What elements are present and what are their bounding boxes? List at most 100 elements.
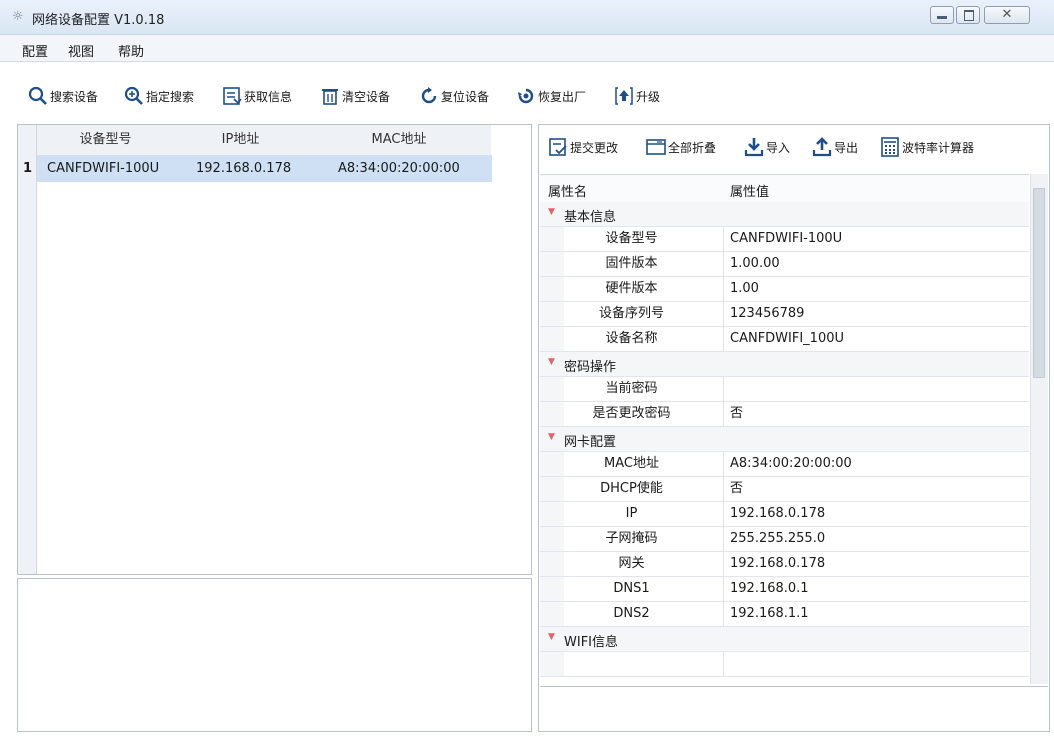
property-key: 子网掩码 <box>605 531 658 546</box>
submit-changes-button[interactable]: 提交更改 <box>548 137 618 157</box>
collapse-all-button[interactable]: 全部折叠 <box>646 137 716 157</box>
property-scrollbar[interactable] <box>1030 174 1048 684</box>
property-key: 硬件版本 <box>605 281 658 296</box>
property-key: DNS2 <box>613 606 650 621</box>
reset-device-button[interactable]: 复位设备 <box>419 86 489 106</box>
property-value[interactable]: 123456789 <box>730 302 804 326</box>
property-row[interactable]: 是否更改密码 否 <box>540 402 1029 427</box>
property-row[interactable]: 当前密码 <box>540 377 1029 402</box>
calculator-icon <box>880 137 900 157</box>
download-icon <box>744 137 764 157</box>
property-key: 当前密码 <box>605 381 658 396</box>
table-cell-mac[interactable]: A8:34:00:20:00:00 <box>338 161 460 176</box>
property-value[interactable]: 192.168.1.1 <box>730 602 809 626</box>
property-key: IP <box>625 506 638 521</box>
property-value[interactable]: A8:34:00:20:00:00 <box>730 452 852 476</box>
property-row[interactable]: MAC地址 A8:34:00:20:00:00 <box>540 452 1029 477</box>
property-key: 设备型号 <box>605 231 658 246</box>
property-key: MAC地址 <box>604 456 659 471</box>
category-basic-info[interactable]: ▼ 基本信息 <box>540 202 1029 227</box>
property-grid: 属性名 属性值 ▼ 基本信息 设备型号 CANFDWIFI-100U 固件版本 1.0… <box>540 174 1029 685</box>
clear-devices-button[interactable]: 清空设备 <box>320 86 390 106</box>
row-index: 1 <box>23 161 33 176</box>
toolbar: 搜索设备 指定搜索 获取信息 清空设备 复位设备 恢复出厂 升级 <box>0 75 1054 115</box>
property-row[interactable]: DNS1 192.168.0.1 <box>540 577 1029 602</box>
menu-view[interactable]: 视图 <box>68 41 94 60</box>
property-row[interactable]: 设备型号 CANFDWIFI-100U <box>540 227 1029 252</box>
property-key: 网关 <box>618 556 645 571</box>
refresh-icon <box>419 86 439 106</box>
property-row[interactable]: DNS2 192.168.1.1 <box>540 602 1029 627</box>
restore-icon <box>516 86 536 106</box>
property-value[interactable]: 1.00.00 <box>730 252 780 276</box>
property-row[interactable]: 设备名称 CANFDWIFI_100U <box>540 327 1029 352</box>
property-value[interactable]: 192.168.0.178 <box>730 502 825 526</box>
property-row[interactable]: 子网掩码 255.255.255.0 <box>540 527 1029 552</box>
property-key: 固件版本 <box>605 256 658 271</box>
property-key: 设备名称 <box>605 331 658 346</box>
table-cell-model[interactable]: CANFDWIFI-100U <box>47 161 159 176</box>
property-value[interactable]: 否 <box>730 477 743 501</box>
property-value[interactable]: CANFDWIFI_100U <box>730 327 844 351</box>
menu-config[interactable]: 配置 <box>22 41 48 60</box>
collapse-triangle-icon[interactable]: ▼ <box>548 207 555 217</box>
property-value[interactable]: CANFDWIFI-100U <box>730 227 842 251</box>
info-list-icon <box>222 86 242 106</box>
device-list-panel: 设备型号 IP地址 MAC地址 1 CANFDWIFI-100U 192.168… <box>17 124 532 575</box>
property-value[interactable]: 255.255.255.0 <box>730 527 825 551</box>
upload-icon <box>812 137 832 157</box>
close-button[interactable]: ✕ <box>984 6 1030 24</box>
menu-bar <box>0 35 1054 62</box>
property-value[interactable]: 否 <box>730 402 743 426</box>
column-header-ip[interactable]: IP地址 <box>174 125 307 155</box>
property-key: DNS1 <box>613 581 650 596</box>
maximize-button[interactable] <box>956 6 980 24</box>
property-row[interactable]: 固件版本 1.00.00 <box>540 252 1029 277</box>
property-key: DHCP使能 <box>600 481 663 496</box>
collapse-triangle-icon[interactable]: ▼ <box>548 432 555 442</box>
submit-icon <box>548 137 568 157</box>
collapse-triangle-icon[interactable]: ▼ <box>548 632 555 642</box>
properties-panel: 提交更改 全部折叠 导入 导出 波特率计算器 属性名 属性值 ▼ 基本信息 设备型… <box>538 124 1050 732</box>
collapse-triangle-icon[interactable]: ▼ <box>548 357 555 367</box>
category-password[interactable]: ▼ 密码操作 <box>540 352 1029 377</box>
property-key: 是否更改密码 <box>592 406 671 421</box>
column-header-model[interactable]: 设备型号 <box>37 125 174 155</box>
minimize-button[interactable] <box>930 6 954 24</box>
upgrade-icon <box>614 86 634 106</box>
property-row[interactable]: 网关 192.168.0.178 <box>540 552 1029 577</box>
row-header-gutter <box>18 125 37 574</box>
table-cell-ip[interactable]: 192.168.0.178 <box>196 161 291 176</box>
gear-icon: ☼ <box>12 9 24 24</box>
specified-search-button[interactable]: 指定搜索 <box>124 86 194 106</box>
property-value[interactable]: 192.168.0.1 <box>730 577 809 601</box>
property-key: 设备序列号 <box>598 306 664 321</box>
get-info-button[interactable]: 获取信息 <box>222 86 292 106</box>
log-panel <box>17 578 532 732</box>
column-header-mac[interactable]: MAC地址 <box>307 125 491 155</box>
category-nic-config[interactable]: ▼ 网卡配置 <box>540 427 1029 452</box>
search-device-button[interactable]: 搜索设备 <box>28 86 98 106</box>
property-row[interactable]: DHCP使能 否 <box>540 477 1029 502</box>
header-property-name: 属性名 <box>548 185 588 200</box>
collapse-icon <box>646 137 666 157</box>
search-plus-icon <box>124 86 144 106</box>
scrollbar-thumb[interactable] <box>1033 188 1045 378</box>
search-icon <box>28 86 48 106</box>
export-button[interactable]: 导出 <box>812 137 858 157</box>
upgrade-button[interactable]: 升级 <box>614 86 660 106</box>
property-row-partial[interactable] <box>540 652 1029 677</box>
property-row[interactable]: 设备序列号 123456789 <box>540 302 1029 327</box>
property-value[interactable]: 192.168.0.178 <box>730 552 825 576</box>
factory-reset-button[interactable]: 恢复出厂 <box>516 86 586 106</box>
header-property-value: 属性值 <box>730 185 770 200</box>
category-wifi-info[interactable]: ▼ WIFI信息 <box>540 627 1029 652</box>
baud-calculator-button[interactable]: 波特率计算器 <box>880 137 974 157</box>
trash-icon <box>320 86 340 106</box>
window-title: 网络设备配置 V1.0.18 <box>32 13 165 28</box>
menu-help[interactable]: 帮助 <box>118 41 144 60</box>
property-row[interactable]: IP 192.168.0.178 <box>540 502 1029 527</box>
import-button[interactable]: 导入 <box>744 137 790 157</box>
property-row[interactable]: 硬件版本 1.00 <box>540 277 1029 302</box>
property-value[interactable]: 1.00 <box>730 277 759 301</box>
